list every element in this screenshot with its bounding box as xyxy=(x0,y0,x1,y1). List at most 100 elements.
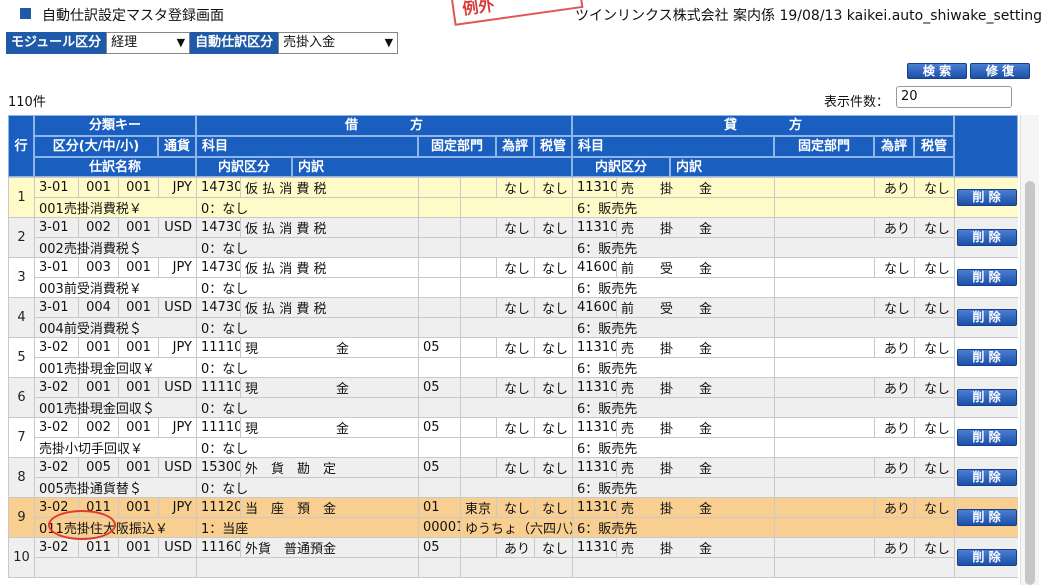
kubun-sho: 001 xyxy=(118,377,159,398)
delete-button[interactable]: 削 除 xyxy=(956,389,1017,406)
delete-button[interactable]: 削 除 xyxy=(956,309,1017,326)
debit-kawase: なし xyxy=(496,377,535,398)
scrollbar-thumb[interactable] xyxy=(1025,181,1035,585)
shiwake-name: 002売掛消費税＄ xyxy=(34,237,197,258)
company-info: ツインリンクス株式会社 案内係 19/08/13 kaikei.auto_shi… xyxy=(575,8,1043,24)
row-number: 10 xyxy=(8,537,35,578)
table-row[interactable]: 2 3-01 002 001 USD 14730 仮 払 消 費 税なし なし 11310 売 掛… xyxy=(8,217,1018,258)
row-number: 8 xyxy=(8,457,35,498)
table-row[interactable]: 1 3-01 001 001 JPY 14730 仮 払 消 費 税なし なし 11310 売 掛… xyxy=(8,177,1018,218)
table-row-detail[interactable]: 売掛小切手回収￥ 0：なし 6：販売先 xyxy=(9,437,1019,458)
delete-cell: 削 除 xyxy=(954,457,1018,498)
delete-button[interactable]: 削 除 xyxy=(956,349,1017,366)
delete-cell: 削 除 xyxy=(954,217,1018,258)
debit-zei: なし xyxy=(534,177,573,198)
currency: JPY xyxy=(158,257,197,278)
restore-button[interactable]: 修 復 xyxy=(970,63,1030,79)
debit-uchiwake xyxy=(460,397,573,418)
vertical-scrollbar[interactable] xyxy=(1020,115,1039,585)
shiwake-name: 001売掛現金回収＄ xyxy=(34,397,197,418)
credit-zei: なし xyxy=(914,457,955,478)
debit-code: 11120 xyxy=(196,497,241,518)
table-row[interactable]: 7 3-02 002 001 JPY 11110 現 金 05 なし なし 11310 売 掛 金あり… xyxy=(8,417,1018,458)
credit-uchiwake-kubun: 6：販売先 xyxy=(572,357,775,378)
auto-shiwake-select[interactable]: 売掛入金 ▼ xyxy=(278,32,399,54)
search-button[interactable]: 検 索 xyxy=(907,63,967,79)
kubun-chu: 001 xyxy=(78,177,119,198)
debit-kawase: なし xyxy=(496,297,535,318)
table-row[interactable]: 3 3-01 003 001 JPY 14730 仮 払 消 費 税なし なし 41600 前 受… xyxy=(8,257,1018,298)
credit-code: 11310 xyxy=(572,377,617,398)
debit-dept xyxy=(418,217,461,238)
header-debit-kawase: 為評 xyxy=(496,136,534,157)
header-credit-account: 科目 xyxy=(572,136,774,157)
debit-uchiwake xyxy=(460,237,573,258)
table-row-detail[interactable] xyxy=(9,557,1019,578)
header-debit-dept: 固定部門 xyxy=(418,136,496,157)
credit-uchiwake-kubun: 6：販売先 xyxy=(572,277,775,298)
debit-uchiwake-kubun: 0：なし xyxy=(196,437,419,458)
table-row-detail[interactable]: 001売掛消費税￥ 0：なし 6：販売先 xyxy=(9,197,1019,218)
credit-kawase: あり xyxy=(874,497,915,518)
table-row[interactable]: 10 3-02 011 001 USD 11160 外貨 普通預金 05 あり なし 11310 売 … xyxy=(8,537,1018,578)
table-row-detail[interactable]: 011売掛住大阪振込￥ 1：当座 00001 ゆうちょ（六四八） 6：販売先 xyxy=(9,517,1019,538)
debit-zei: なし xyxy=(534,417,573,438)
table-row-detail[interactable]: 003前受消費税￥ 0：なし 6：販売先 xyxy=(9,277,1019,298)
data-grid: 行 分類キー 借 方 貸 方 区分(大/中/小) 通貨 科目 固定部門 為評 税… xyxy=(8,115,1018,585)
credit-dept xyxy=(774,497,875,518)
delete-button[interactable]: 削 除 xyxy=(956,469,1017,486)
delete-button[interactable]: 削 除 xyxy=(956,229,1017,246)
debit-uchiwake xyxy=(460,557,573,578)
credit-zei: なし xyxy=(914,297,955,318)
table-row-detail[interactable]: 001売掛現金回収￥ 0：なし 6：販売先 xyxy=(9,357,1019,378)
table-row-detail[interactable]: 001売掛現金回収＄ 0：なし 6：販売先 xyxy=(9,397,1019,418)
delete-button[interactable]: 削 除 xyxy=(956,549,1017,566)
header-debit-zei: 税管 xyxy=(534,136,572,157)
table-row[interactable]: 6 3-02 001 001 USD 11110 現 金 05 なし なし 11310 売 掛 金あり… xyxy=(8,377,1018,418)
debit-account: 現 金 xyxy=(240,377,419,398)
debit-account: 外 貨 勘 定 xyxy=(240,457,419,478)
credit-dept xyxy=(774,537,875,558)
credit-kawase: あり xyxy=(874,377,915,398)
shiwake-name: 001売掛現金回収￥ xyxy=(34,357,197,378)
table-row-detail[interactable]: 004前受消費税＄ 0：なし 6：販売先 xyxy=(9,317,1019,338)
credit-uchiwake xyxy=(774,477,955,498)
kubun-dai: 3-02 xyxy=(34,457,79,478)
table-row-detail[interactable]: 002売掛消費税＄ 0：なし 6：販売先 xyxy=(9,237,1019,258)
debit-account: 仮 払 消 費 税 xyxy=(240,177,419,198)
credit-kawase: あり xyxy=(874,537,915,558)
delete-button[interactable]: 削 除 xyxy=(956,189,1017,206)
table-row[interactable]: 5 3-02 001 001 JPY 11110 現 金 05 なし なし 11310 売 掛 金あり… xyxy=(8,337,1018,378)
credit-zei: なし xyxy=(914,337,955,358)
credit-uchiwake-kubun: 6：販売先 xyxy=(572,197,775,218)
row-number: 5 xyxy=(8,337,35,378)
table-row[interactable]: 8 3-02 005 001 USD 15300 外 貨 勘 定 05 なし なし 11310 売 掛… xyxy=(8,457,1018,498)
currency: JPY xyxy=(158,417,197,438)
credit-code: 11310 xyxy=(572,337,617,358)
kubun-dai: 3-01 xyxy=(34,217,79,238)
debit-uchiwake-kubun: 1：当座 xyxy=(196,517,419,538)
delete-button[interactable]: 削 除 xyxy=(956,269,1017,286)
delete-button[interactable]: 削 除 xyxy=(956,509,1017,526)
table-row[interactable]: 9 3-02 011 001 JPY 11120 当 座 預 金 01 東京 なし なし 11310 売… xyxy=(8,497,1018,538)
debit-code: 11160 xyxy=(196,537,241,558)
currency: JPY xyxy=(158,177,197,198)
debit-dept-name xyxy=(460,297,497,318)
credit-uchiwake xyxy=(774,397,955,418)
credit-account: 売 掛 金 xyxy=(616,417,775,438)
delete-cell: 削 除 xyxy=(954,537,1018,578)
shiwake-name: 004前受消費税＄ xyxy=(34,317,197,338)
debit-kawase: なし xyxy=(496,177,535,198)
shiwake-name: 005売掛通貨替＄ xyxy=(34,477,197,498)
credit-zei: なし xyxy=(914,377,955,398)
delete-button[interactable]: 削 除 xyxy=(956,429,1017,446)
credit-uchiwake-kubun: 6：販売先 xyxy=(572,397,775,418)
display-count-input[interactable]: 20 xyxy=(896,86,1012,108)
credit-kawase: なし xyxy=(874,297,915,318)
table-row-detail[interactable]: 005売掛通貨替＄ 0：なし 6：販売先 xyxy=(9,477,1019,498)
credit-account: 売 掛 金 xyxy=(616,377,775,398)
debit-code: 14730 xyxy=(196,217,241,238)
kubun-chu: 004 xyxy=(78,297,119,318)
table-row[interactable]: 4 3-01 004 001 USD 14730 仮 払 消 費 税なし なし 41600 前 受… xyxy=(8,297,1018,338)
module-select[interactable]: 経理 ▼ xyxy=(106,32,191,54)
